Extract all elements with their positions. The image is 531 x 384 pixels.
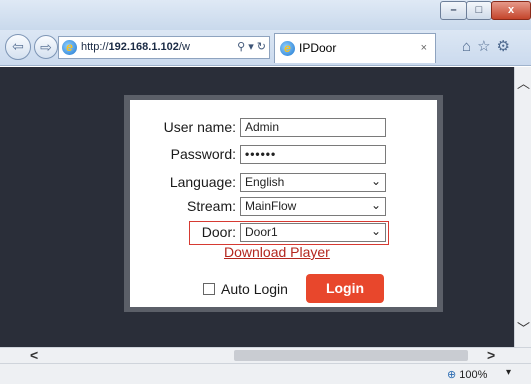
ie-tab-icon: e	[280, 41, 295, 56]
back-arrow-icon: ⇦	[12, 38, 24, 54]
forward-arrow-icon: ⇨	[40, 39, 52, 55]
gear-icon[interactable]: ⚙	[497, 38, 516, 55]
door-value: Door1	[245, 225, 278, 239]
tab-close-icon[interactable]: ×	[421, 34, 427, 62]
browser-toolbar-icons: ⌂☆⚙	[462, 37, 516, 55]
address-host: 192.168.1.102	[108, 41, 179, 53]
username-label: User name:	[163, 119, 236, 135]
zoom-level[interactable]: ⊕ 100%	[447, 368, 487, 381]
stream-select[interactable]: MainFlow ⌄	[240, 197, 386, 216]
minimize-button[interactable]: –	[440, 1, 467, 20]
address-tools: ⚲ ▾ ↻	[235, 37, 266, 58]
dropdown-icon[interactable]: ▾	[248, 41, 254, 53]
browser-navbar: ⇦ ⇨ e http://192.168.1.102/w ⚲ ▾ ↻ e IPD…	[0, 30, 531, 66]
password-input[interactable]: ••••••	[240, 145, 386, 164]
ie-page-icon: e	[62, 40, 77, 55]
password-label: Password:	[170, 146, 236, 162]
auto-login-label: Auto Login	[221, 281, 288, 297]
zoom-value: 100%	[459, 369, 488, 381]
tab-title: IPDoor	[299, 41, 337, 55]
login-panel: User name: Admin Password: •••••• Langua…	[130, 100, 437, 307]
door-label: Door:	[201, 224, 236, 240]
username-value: Admin	[245, 120, 280, 134]
forward-button[interactable]: ⇨	[34, 35, 58, 59]
scrollbar-thumb[interactable]	[234, 350, 468, 361]
scroll-down-icon[interactable]: ﹀	[515, 318, 531, 337]
password-value: ••••••	[245, 147, 277, 161]
back-button[interactable]: ⇦	[5, 34, 31, 60]
address-bar[interactable]: e http://192.168.1.102/w ⚲ ▾ ↻	[58, 36, 270, 59]
zoom-dropdown-icon[interactable]: ▾	[506, 367, 511, 378]
chevron-down-icon: ⌄	[370, 198, 381, 212]
horizontal-scrollbar[interactable]: < >	[0, 347, 531, 363]
status-bar: ⊕ 100% ▾	[0, 363, 531, 384]
search-icon[interactable]: ⚲	[237, 41, 245, 53]
star-icon[interactable]: ☆	[477, 38, 496, 55]
vertical-scrollbar[interactable]: ︿ ﹀	[514, 67, 531, 347]
login-button[interactable]: Login	[306, 274, 384, 303]
chevron-down-icon: ⌄	[370, 174, 381, 188]
window-titlebar: – □ x	[0, 0, 531, 30]
auto-login-option[interactable]: Auto Login	[203, 281, 288, 297]
tab-ipdoor[interactable]: e IPDoor ×	[274, 33, 436, 63]
auto-login-checkbox[interactable]	[203, 283, 215, 295]
scroll-right-icon[interactable]: >	[487, 347, 495, 363]
language-label: Language:	[169, 174, 236, 190]
language-value: English	[245, 175, 285, 189]
close-window-button[interactable]: x	[491, 1, 531, 20]
home-icon[interactable]: ⌂	[462, 38, 477, 55]
door-select[interactable]: Door1 ⌄	[240, 223, 386, 242]
username-input[interactable]: Admin	[240, 118, 386, 137]
language-select[interactable]: English ⌄	[240, 173, 386, 192]
stream-value: MainFlow	[245, 199, 297, 213]
scroll-up-icon[interactable]: ︿	[515, 73, 531, 92]
download-player-link[interactable]: Download Player	[224, 244, 330, 260]
address-suffix: /w	[178, 41, 190, 53]
chevron-down-icon: ⌄	[370, 224, 381, 238]
maximize-button[interactable]: □	[466, 1, 492, 20]
scroll-left-icon[interactable]: <	[30, 347, 38, 363]
zoom-icon: ⊕	[447, 369, 457, 381]
address-prefix: http://	[81, 41, 109, 53]
refresh-icon[interactable]: ↻	[257, 41, 266, 53]
stream-label: Stream:	[186, 198, 236, 214]
